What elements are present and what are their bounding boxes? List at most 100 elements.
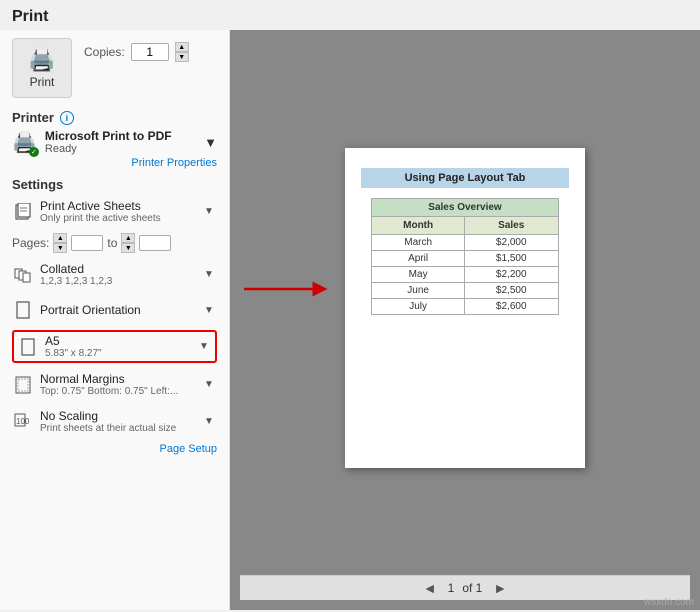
printer-device-icon: 🖨️ ✓ xyxy=(12,130,37,155)
copies-increment[interactable]: ▲ xyxy=(175,42,189,52)
collation-main: Collated xyxy=(40,262,195,276)
print-active-sheets-sub: Only print the active sheets xyxy=(40,213,195,224)
paper-size-icon xyxy=(17,336,39,358)
table-row: July$2,600 xyxy=(372,298,558,314)
pages-to-label: to xyxy=(107,236,117,250)
pages-from-down[interactable]: ▼ xyxy=(53,243,67,253)
print-button-area: 🖨️ Print Copies: ▲ ▼ xyxy=(12,38,217,98)
page-setup-link[interactable]: Page Setup xyxy=(12,443,217,455)
pages-label: Pages: xyxy=(12,236,49,250)
paper-size-arrow[interactable]: ▼ xyxy=(196,341,212,352)
table-row: April$1,500 xyxy=(372,250,558,266)
sheets-icon xyxy=(12,201,34,223)
table-section-header: Sales Overview xyxy=(372,198,558,216)
preview-table: Sales Overview Month Sales March$2,000Ap… xyxy=(371,198,558,315)
margins-icon xyxy=(12,374,34,396)
window-title: Print xyxy=(12,8,48,25)
table-cell: July xyxy=(372,298,464,314)
info-icon[interactable]: i xyxy=(60,111,74,125)
table-col-sales: Sales xyxy=(464,216,558,234)
margins-main: Normal Margins xyxy=(40,372,195,386)
table-row: May$2,200 xyxy=(372,266,558,282)
orientation-row: Portrait Orientation ▼ xyxy=(12,296,217,324)
pages-to-up[interactable]: ▲ xyxy=(121,233,135,243)
table-cell: March xyxy=(372,234,464,250)
margins-arrow[interactable]: ▼ xyxy=(201,379,217,390)
copies-spinner: ▲ ▼ xyxy=(175,42,189,62)
printer-name: Microsoft Print to PDF xyxy=(45,129,172,143)
preview-area: Using Page Layout Tab Sales Overview Mon… xyxy=(240,40,690,575)
print-active-sheets-text: Print Active Sheets Only print the activ… xyxy=(40,199,195,224)
scaling-row: 100 No Scaling Print sheets at their act… xyxy=(12,406,217,437)
print-active-sheets-main: Print Active Sheets xyxy=(40,199,195,213)
printer-row: 🖨️ ✓ Microsoft Print to PDF Ready ▼ xyxy=(12,129,217,155)
settings-section-title: Settings xyxy=(12,177,217,192)
margins-sub: Top: 0.75" Bottom: 0.75" Left:... xyxy=(40,386,195,397)
margins-text: Normal Margins Top: 0.75" Bottom: 0.75" … xyxy=(40,372,195,397)
paper-size-main: A5 xyxy=(45,334,190,348)
prev-page-button[interactable]: ◄ xyxy=(420,580,440,596)
preview-table-title: Using Page Layout Tab xyxy=(361,168,569,188)
orientation-arrow[interactable]: ▼ xyxy=(201,305,217,316)
collation-icon xyxy=(12,264,34,286)
printer-status: Ready xyxy=(45,143,172,155)
table-cell: April xyxy=(372,250,464,266)
pages-to-input[interactable] xyxy=(139,235,171,251)
scaling-sub: Print sheets at their actual size xyxy=(40,423,195,434)
copies-decrement[interactable]: ▼ xyxy=(175,52,189,62)
table-cell: $2,600 xyxy=(464,298,558,314)
orientation-text: Portrait Orientation xyxy=(40,303,195,317)
collation-sub: 1,2,3 1,2,3 1,2,3 xyxy=(40,276,195,287)
collation-text: Collated 1,2,3 1,2,3 1,2,3 xyxy=(40,262,195,287)
table-col-month: Month xyxy=(372,216,464,234)
pages-to-down[interactable]: ▼ xyxy=(121,243,135,253)
table-row: June$2,500 xyxy=(372,282,558,298)
copies-label: Copies: xyxy=(84,45,125,59)
printer-properties-link[interactable]: Printer Properties xyxy=(12,157,217,169)
table-cell: $1,500 xyxy=(464,250,558,266)
next-page-button[interactable]: ► xyxy=(490,580,510,596)
print-active-sheets-arrow[interactable]: ▼ xyxy=(201,206,217,217)
scaling-main: No Scaling xyxy=(40,409,195,423)
print-button[interactable]: 🖨️ Print xyxy=(12,38,72,98)
title-bar: Print xyxy=(0,0,700,30)
scaling-arrow[interactable]: ▼ xyxy=(201,416,217,427)
pages-row: Pages: ▲ ▼ to ▲ ▼ xyxy=(12,233,217,253)
table-cell: $2,200 xyxy=(464,266,558,282)
printer-dropdown-arrow[interactable]: ▼ xyxy=(204,135,217,150)
collation-row: Collated 1,2,3 1,2,3 1,2,3 ▼ xyxy=(12,259,217,290)
printer-info: Microsoft Print to PDF Ready xyxy=(45,129,172,155)
table-cell: May xyxy=(372,266,464,282)
pages-from-up[interactable]: ▲ xyxy=(53,233,67,243)
pages-from-spinner: ▲ ▼ xyxy=(53,233,67,253)
table-cell: June xyxy=(372,282,464,298)
scaling-text: No Scaling Print sheets at their actual … xyxy=(40,409,195,434)
right-panel: Using Page Layout Tab Sales Overview Mon… xyxy=(230,30,700,610)
print-active-sheets-row: Print Active Sheets Only print the activ… xyxy=(12,196,217,227)
pagination-bar: ◄ 1 of 1 ► xyxy=(240,575,690,600)
pages-to-spinner: ▲ ▼ xyxy=(121,233,135,253)
page-number: 1 xyxy=(448,581,455,595)
printer-check-icon: ✓ xyxy=(29,147,39,157)
paper-size-row: A5 5.83" x 8.27" ▼ xyxy=(12,330,217,363)
collation-arrow[interactable]: ▼ xyxy=(201,269,217,280)
page-preview: Using Page Layout Tab Sales Overview Mon… xyxy=(345,148,585,468)
paper-size-sub: 5.83" x 8.27" xyxy=(45,348,190,359)
table-cell: $2,500 xyxy=(464,282,558,298)
margins-row: Normal Margins Top: 0.75" Bottom: 0.75" … xyxy=(12,369,217,400)
paper-size-text: A5 5.83" x 8.27" xyxy=(45,334,190,359)
print-button-label: Print xyxy=(30,75,55,89)
red-arrow xyxy=(240,278,330,300)
watermark: wsxdn.com xyxy=(644,597,694,608)
copies-area: Copies: ▲ ▼ xyxy=(84,42,189,62)
page-of-total: of 1 xyxy=(462,581,482,595)
pages-from-input[interactable] xyxy=(71,235,103,251)
left-panel: 🖨️ Print Copies: ▲ ▼ Printer i 🖨️ ✓ xyxy=(0,30,230,610)
table-cell: $2,000 xyxy=(464,234,558,250)
copies-input[interactable] xyxy=(131,43,169,61)
svg-text:100: 100 xyxy=(16,417,30,426)
orientation-main: Portrait Orientation xyxy=(40,303,195,317)
table-row: March$2,000 xyxy=(372,234,558,250)
orientation-icon xyxy=(12,299,34,321)
scaling-icon: 100 xyxy=(12,411,34,433)
